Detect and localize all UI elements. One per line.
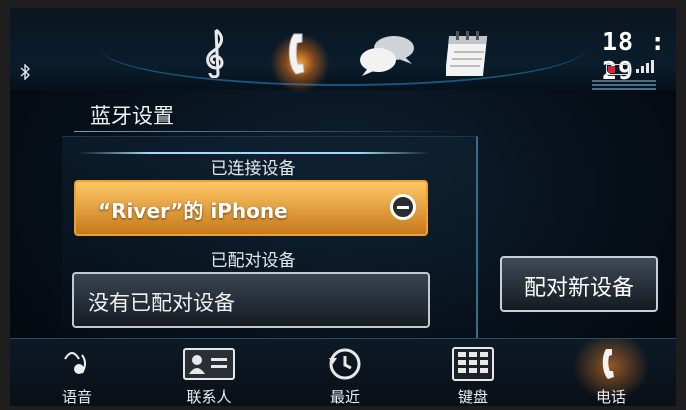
connected-device-label: “River”的 iPhone — [98, 199, 288, 223]
nav-keypad-label: 键盘 — [457, 388, 488, 406]
nav-recent[interactable]: 最近 — [290, 339, 400, 406]
nav-recent-label: 最近 — [329, 388, 360, 406]
battery-icon — [606, 64, 630, 75]
nav-phone-label: 电话 — [595, 388, 626, 406]
decorative-arc — [100, 48, 586, 86]
connected-device-button[interactable]: “River”的 iPhone — [74, 180, 428, 236]
nav-contacts[interactable]: 联系人 — [154, 339, 264, 406]
top-bar: 18 : 29 — [10, 8, 676, 93]
no-paired-devices-label: 没有已配对设备 — [88, 291, 235, 315]
signal-icon — [636, 58, 658, 77]
phone-icon[interactable] — [284, 30, 316, 82]
recent-clock-icon — [290, 347, 400, 381]
chat-bubbles-icon[interactable] — [356, 34, 418, 82]
infotainment-screen: 18 : 29 蓝牙设置 已连接设备 “River”的 iPhone 已配对设备… — [10, 8, 676, 406]
title-divider — [74, 131, 474, 132]
phone-icon — [556, 347, 666, 381]
page-title: 蓝牙设置 — [90, 104, 174, 128]
nav-contacts-label: 联系人 — [186, 388, 232, 406]
bottom-nav: 语音 联系人 最近 键盘 电话 — [10, 338, 676, 406]
voice-icon — [22, 347, 132, 381]
pair-new-device-label: 配对新设备 — [523, 276, 634, 301]
paired-section-label: 已配对设备 — [210, 251, 296, 271]
nav-voice[interactable]: 语音 — [22, 339, 132, 406]
keypad-icon — [418, 347, 528, 381]
nav-voice-label: 语音 — [61, 388, 92, 406]
calendar-icon[interactable] — [444, 28, 494, 84]
status-stripes — [592, 80, 656, 92]
pair-new-device-button[interactable]: 配对新设备 — [500, 256, 658, 312]
music-note-icon[interactable] — [202, 26, 230, 82]
bluetooth-icon — [20, 63, 31, 84]
no-paired-devices-button[interactable]: 没有已配对设备 — [72, 272, 430, 328]
nav-keypad[interactable]: 键盘 — [418, 339, 528, 406]
minus-circle-icon[interactable] — [390, 194, 416, 220]
contacts-icon — [154, 347, 264, 381]
nav-phone[interactable]: 电话 — [556, 339, 666, 406]
connected-section-label: 已连接设备 — [210, 159, 296, 179]
